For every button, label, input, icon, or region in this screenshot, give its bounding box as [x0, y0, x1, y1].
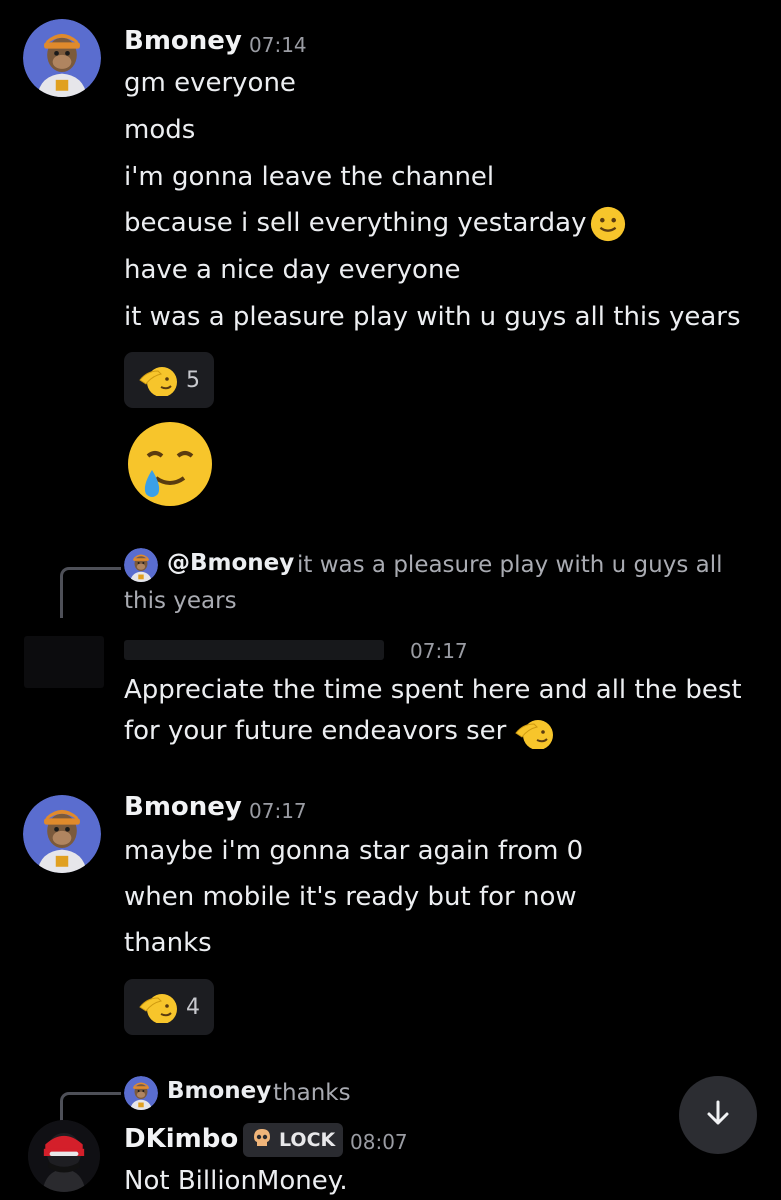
message-line: because i sell everything yestarday [124, 208, 587, 238]
username[interactable]: Bmoney [124, 26, 242, 56]
message-line: for your future endeavors ser [124, 716, 507, 746]
timestamp: 08:07 [350, 1130, 408, 1154]
reply-preview-text[interactable]: this years [124, 586, 237, 616]
reply-mention[interactable]: @Bmoney [167, 550, 294, 576]
hidden-username [124, 640, 384, 660]
reply-avatar [124, 548, 158, 582]
avatar[interactable] [28, 1120, 100, 1192]
message-line: have a nice day everyone [124, 255, 461, 285]
timestamp: 07:17 [249, 799, 307, 823]
reaction-count: 4 [186, 994, 200, 1020]
saluting-face-icon [138, 360, 178, 400]
reply-avatar [124, 1076, 158, 1110]
message-line: when mobile it's ready but for now [124, 882, 577, 912]
reaction-salute[interactable]: 4 [124, 979, 214, 1035]
skull-icon [251, 1127, 273, 1153]
message-line: it was a pleasure play with u guys all t… [124, 302, 741, 332]
role-badge[interactable]: LOCK [243, 1123, 344, 1157]
smiling-face-with-tear-icon [126, 420, 214, 508]
username[interactable]: Bmoney [124, 792, 242, 822]
hidden-avatar [24, 636, 104, 688]
avatar[interactable] [23, 19, 101, 97]
message-line: thanks [124, 928, 212, 958]
jump-to-bottom-button[interactable] [679, 1076, 757, 1154]
saluting-face-icon [138, 987, 178, 1027]
reply-preview-text[interactable]: thanks [273, 1078, 351, 1108]
reaction-count: 5 [186, 367, 200, 393]
message-line: i'm gonna leave the channel [124, 162, 495, 192]
arrow-down-icon [701, 1096, 735, 1134]
reply-preview-text[interactable]: it was a pleasure play with u guys all [297, 550, 723, 580]
reaction-salute[interactable]: 5 [124, 352, 214, 408]
message-line: mods [124, 115, 196, 145]
username[interactable]: DKimbo [124, 1124, 238, 1154]
message-line: Not BillionMoney. [124, 1166, 348, 1196]
reply-connector [60, 567, 121, 618]
saluting-face-icon [514, 713, 554, 751]
message-line: gm everyone [124, 68, 296, 98]
timestamp: 07:14 [249, 33, 307, 57]
slightly-smiling-face-icon [589, 205, 627, 243]
avatar[interactable] [23, 795, 101, 873]
reply-username[interactable]: Bmoney [167, 1078, 271, 1104]
message-line: maybe i'm gonna star again from 0 [124, 836, 584, 866]
badge-label: LOCK [279, 1129, 336, 1151]
message-line: Appreciate the time spent here and all t… [124, 675, 742, 705]
timestamp: 07:17 [410, 639, 468, 663]
